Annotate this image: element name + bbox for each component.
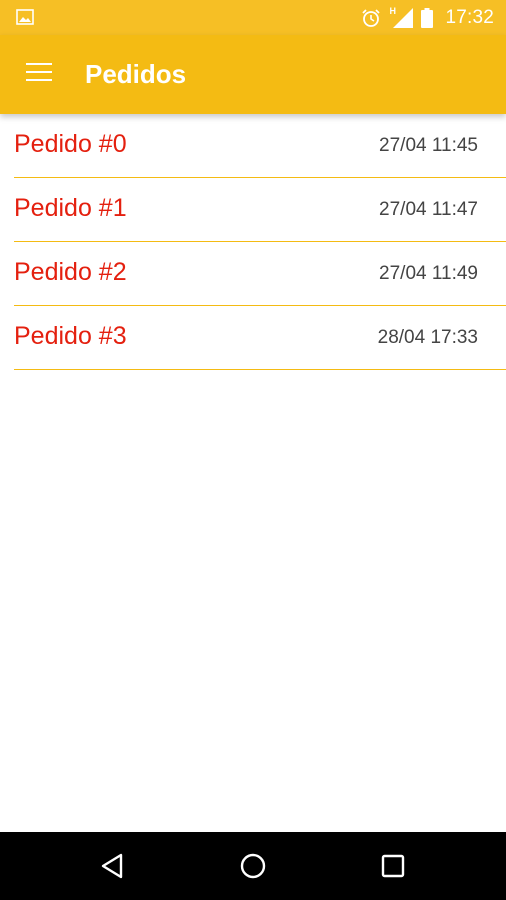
hamburger-menu-icon[interactable]	[26, 63, 52, 83]
order-timestamp: 27/04 11:45	[379, 135, 478, 156]
image-notification-icon	[16, 9, 34, 25]
order-title: Pedido #3	[14, 322, 127, 350]
order-list-item[interactable]: Pedido #3 28/04 17:33	[14, 306, 506, 370]
alarm-icon	[362, 8, 381, 27]
back-icon[interactable]	[97, 850, 129, 882]
order-list-item[interactable]: Pedido #1 27/04 11:47	[14, 178, 506, 242]
status-icons: H 17:32	[353, 0, 494, 35]
status-time: 17:32	[445, 6, 494, 28]
orders-list: Pedido #0 27/04 11:45 Pedido #1 27/04 11…	[0, 114, 506, 370]
signal-icon: H	[389, 6, 414, 28]
order-timestamp: 27/04 11:49	[379, 263, 478, 284]
status-bar: H 17:32	[0, 0, 506, 35]
order-title: Pedido #2	[14, 258, 127, 286]
recents-icon[interactable]	[377, 850, 409, 882]
order-title: Pedido #0	[14, 130, 127, 158]
page-title: Pedidos	[85, 59, 187, 89]
app-bar: Pedidos	[0, 35, 506, 114]
order-timestamp: 28/04 17:33	[377, 327, 478, 348]
order-timestamp: 27/04 11:47	[379, 199, 478, 220]
order-list-item[interactable]: Pedido #2 27/04 11:49	[14, 242, 506, 306]
order-list-item[interactable]: Pedido #0 27/04 11:45	[14, 114, 506, 178]
system-nav-bar	[0, 832, 506, 900]
battery-icon	[421, 7, 434, 28]
order-title: Pedido #1	[14, 194, 127, 222]
home-icon[interactable]	[237, 850, 269, 882]
